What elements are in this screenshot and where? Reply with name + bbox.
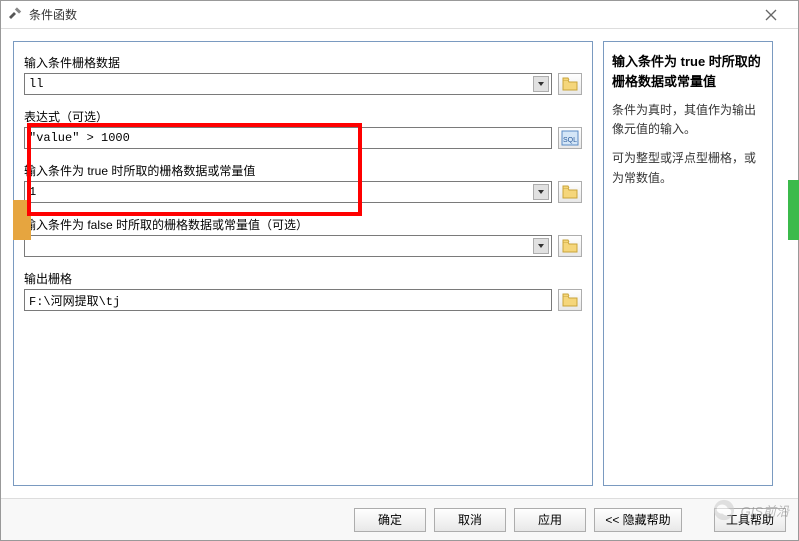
watermark: GIS前沿: [713, 499, 789, 521]
field-false-value: 输入条件为 false 时所取的栅格数据或常量值（可选）: [24, 216, 582, 257]
help-title: 输入条件为 true 时所取的栅格数据或常量值: [612, 52, 764, 91]
browse-button-2[interactable]: [558, 181, 582, 203]
label-expression: 表达式（可选）: [24, 108, 582, 125]
hammer-icon: [7, 7, 23, 23]
combo-value: 1: [29, 185, 36, 199]
browse-button-3[interactable]: [558, 235, 582, 257]
combo-value: ll: [29, 77, 43, 91]
input-expression[interactable]: "value" > 1000: [24, 127, 552, 149]
cancel-button[interactable]: 取消: [434, 508, 506, 532]
help-panel: 输入条件为 true 时所取的栅格数据或常量值 条件为真时，其值作为输出像元值的…: [603, 41, 773, 486]
window-title: 条件函数: [29, 6, 750, 23]
green-marker: [788, 180, 799, 240]
combo-true-value[interactable]: 1: [24, 181, 552, 203]
hide-help-button[interactable]: << 隐藏帮助: [594, 508, 682, 532]
input-output-raster[interactable]: F:\河网提取\tj: [24, 289, 552, 311]
chevron-down-icon[interactable]: [533, 238, 549, 254]
ok-button[interactable]: 确定: [354, 508, 426, 532]
field-output-raster: 输出栅格 F:\河网提取\tj: [24, 270, 582, 311]
field-input-raster: 输入条件栅格数据 ll: [24, 54, 582, 95]
input-value: "value" > 1000: [29, 131, 130, 145]
help-paragraph-2: 可为整型或浮点型栅格，或为常数值。: [612, 149, 764, 187]
dialog-body: 输入条件栅格数据 ll 表达式（可选） "value" > 1000: [1, 29, 798, 498]
field-expression: 表达式（可选） "value" > 1000 SQL: [24, 108, 582, 149]
svg-text:SQL: SQL: [563, 137, 577, 144]
apply-button[interactable]: 应用: [514, 508, 586, 532]
input-value: F:\河网提取\tj: [29, 292, 120, 309]
label-input-raster: 输入条件栅格数据: [24, 54, 582, 71]
browse-button-1[interactable]: [558, 73, 582, 95]
browse-button-4[interactable]: [558, 289, 582, 311]
wechat-icon: [713, 499, 735, 521]
sql-button[interactable]: SQL: [558, 127, 582, 149]
field-true-value: 输入条件为 true 时所取的栅格数据或常量值 1: [24, 162, 582, 203]
label-output-raster: 输出栅格: [24, 270, 582, 287]
watermark-text: GIS前沿: [741, 501, 789, 520]
chevron-down-icon[interactable]: [533, 184, 549, 200]
close-icon[interactable]: [750, 2, 792, 28]
combo-input-raster[interactable]: ll: [24, 73, 552, 95]
chevron-down-icon[interactable]: [533, 76, 549, 92]
label-false-value: 输入条件为 false 时所取的栅格数据或常量值（可选）: [24, 216, 582, 233]
title-bar: 条件函数: [1, 1, 798, 29]
orange-marker: [13, 200, 31, 240]
parameters-panel: 输入条件栅格数据 ll 表达式（可选） "value" > 1000: [13, 41, 593, 486]
button-bar: 确定 取消 应用 << 隐藏帮助 工具帮助: [1, 498, 798, 540]
dialog-window: 条件函数 输入条件栅格数据 ll 表: [0, 0, 799, 541]
combo-false-value[interactable]: [24, 235, 552, 257]
help-paragraph-1: 条件为真时，其值作为输出像元值的输入。: [612, 101, 764, 139]
label-true-value: 输入条件为 true 时所取的栅格数据或常量值: [24, 162, 582, 179]
